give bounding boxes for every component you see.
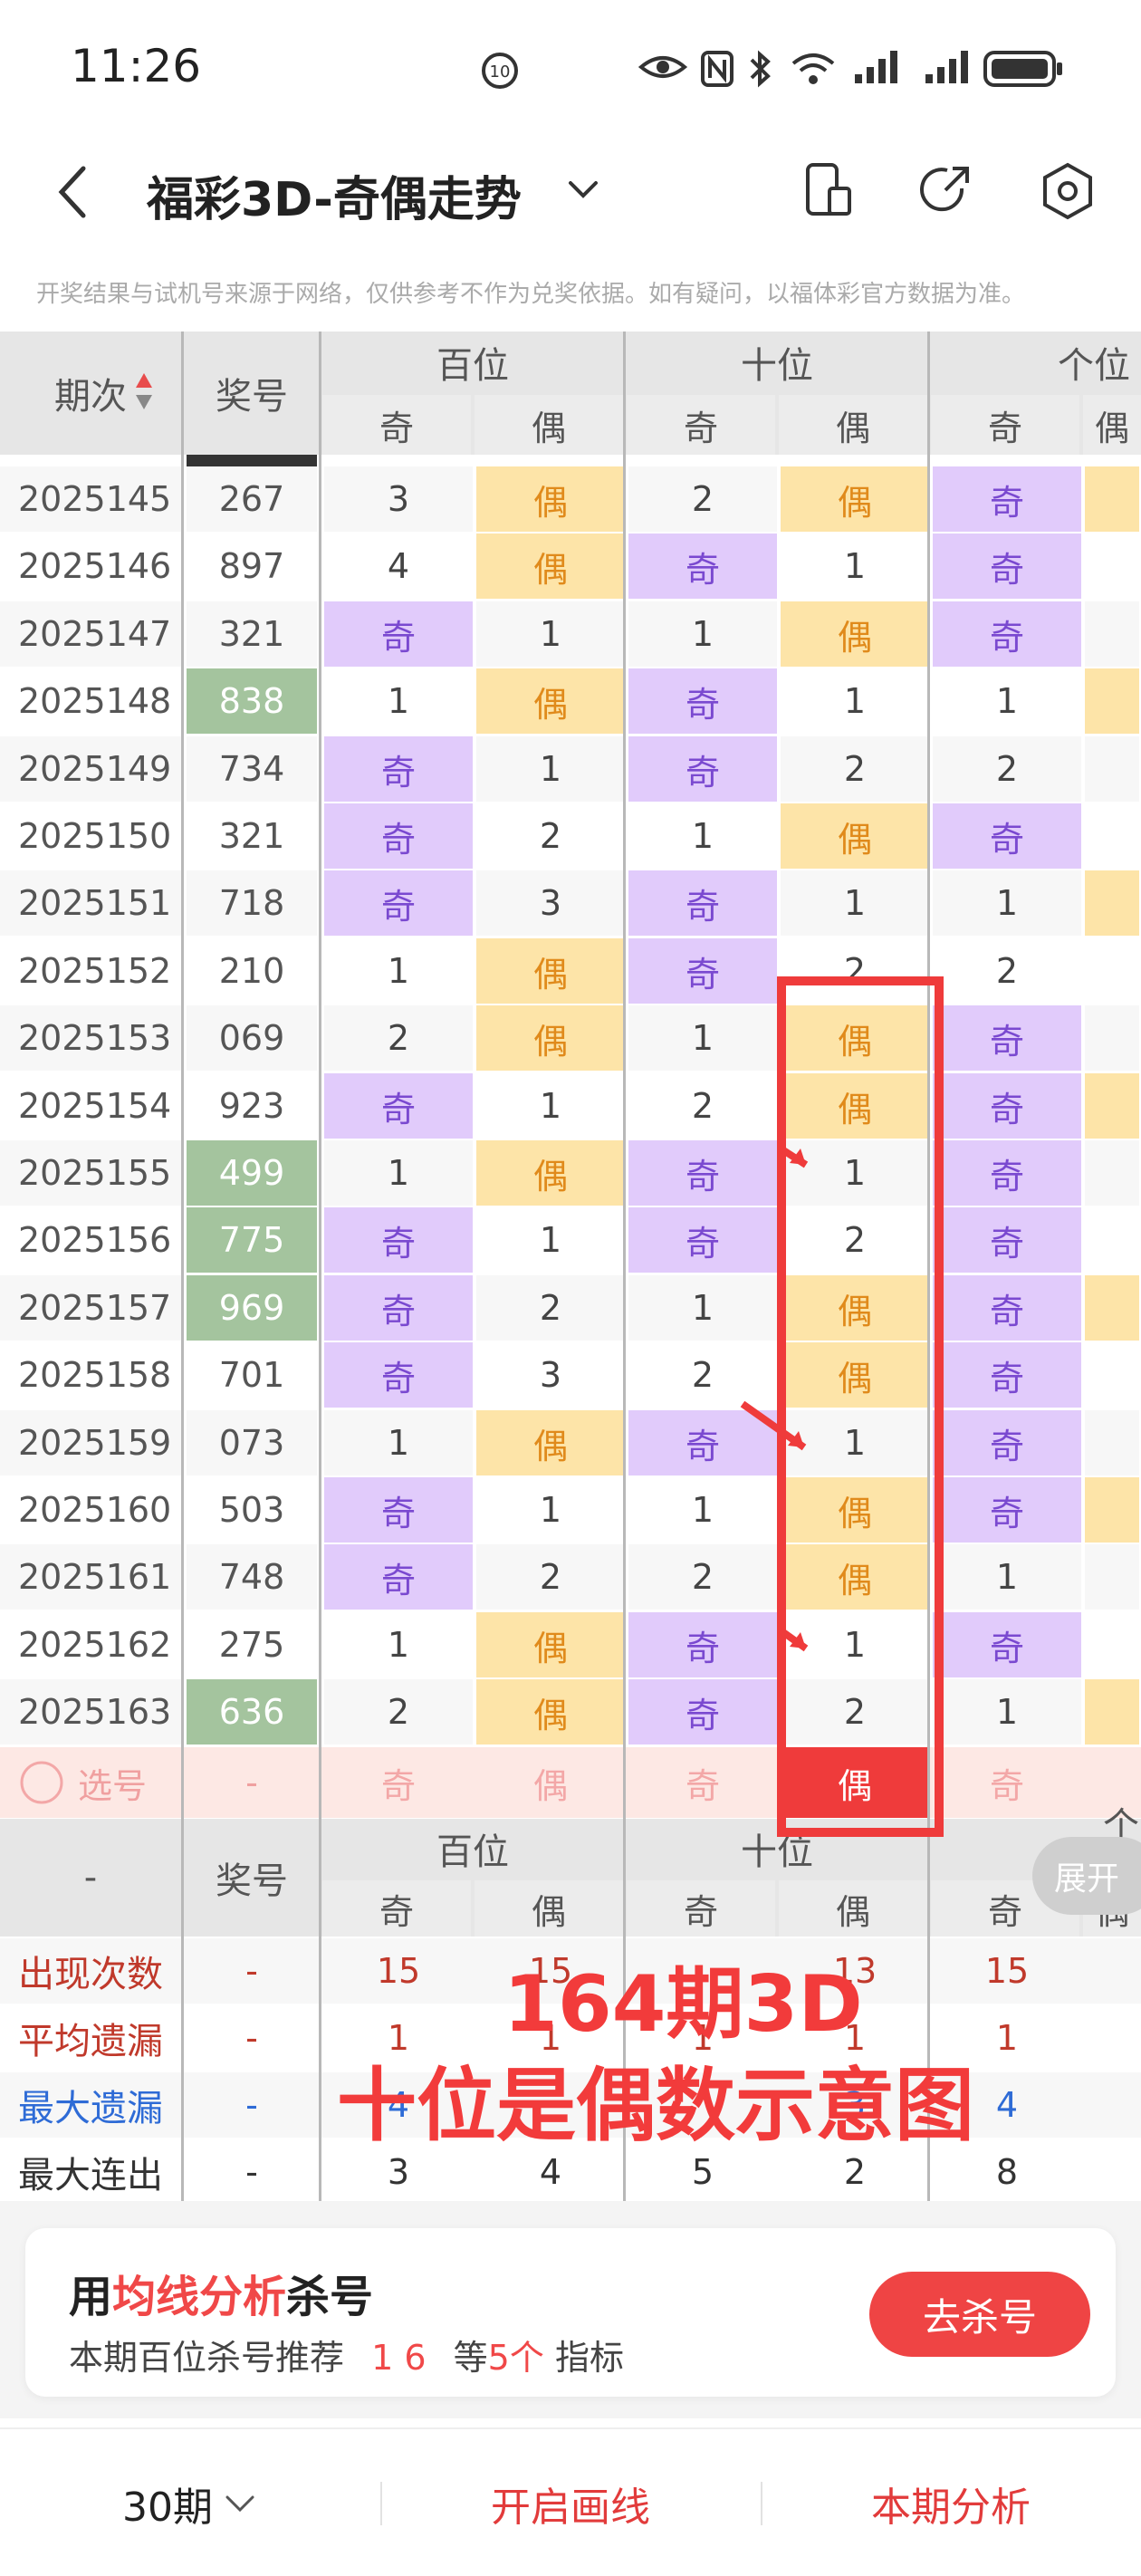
promo-sub-prefix: 本期百位杀号推荐 [69, 2338, 345, 2378]
annotation-arrows [740, 1145, 809, 1652]
promo-title-prefix: 用 [69, 2272, 113, 2322]
divider [761, 2482, 762, 2525]
divider [380, 2482, 382, 2525]
chevron-down-icon [225, 2495, 254, 2513]
period-label: 30期 [122, 2485, 213, 2531]
promo-sub-mid: 等 [453, 2338, 488, 2378]
kill-number-button[interactable]: 去杀号 [869, 2272, 1090, 2357]
promo-title-suffix: 杀号 [286, 2272, 374, 2322]
period-selector[interactable]: 30期 [54, 2429, 326, 2576]
promo-sub-suffix: 指标 [554, 2338, 624, 2378]
bottom-bar: 30期 开启画线 本期分析 [0, 2427, 1141, 2576]
promo-sub-count: 5个 [487, 2338, 544, 2378]
promo-title-highlight: 均线分析 [112, 2272, 287, 2322]
annotation-line-1: 164期3D [503, 1959, 863, 2050]
expand-button[interactable]: 展开 [1032, 1837, 1141, 1915]
promo-subtitle: 本期百位杀号推荐 1 6 等5个 指标 [69, 2330, 624, 2379]
period-analysis-button[interactable]: 本期分析 [779, 2429, 1123, 2576]
promo-card[interactable]: 用均线分析杀号 本期百位杀号推荐 1 6 等5个 指标 去杀号 [25, 2228, 1116, 2397]
promo-sub-numbers: 1 6 [371, 2338, 427, 2378]
draw-line-button[interactable]: 开启画线 [398, 2429, 743, 2576]
annotation-line-2: 十位是偶数示意图 [337, 2059, 975, 2152]
promo-title: 用均线分析杀号 [69, 2261, 373, 2324]
